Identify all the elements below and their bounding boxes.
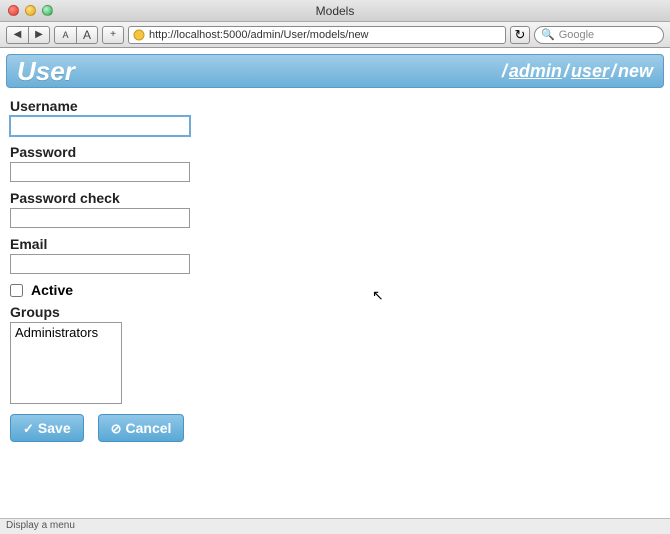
search-placeholder: Google	[559, 29, 594, 41]
email-label: Email	[10, 236, 660, 252]
search-box[interactable]: 🔍 Google	[534, 26, 664, 44]
breadcrumb-new: new	[618, 61, 653, 81]
nav-buttons: ◀ ▶	[6, 26, 50, 44]
forward-button[interactable]: ▶	[28, 26, 50, 44]
text-bigger-button[interactable]: A	[76, 26, 98, 44]
breadcrumb-sep: /	[500, 61, 509, 81]
groups-label: Groups	[10, 304, 660, 320]
add-bookmark-button[interactable]: +	[102, 26, 124, 44]
back-button[interactable]: ◀	[6, 26, 28, 44]
cancel-button-label: Cancel	[126, 420, 172, 436]
password-check-label: Password check	[10, 190, 660, 206]
email-field[interactable]	[10, 254, 190, 274]
cancel-button[interactable]: ⊘ Cancel	[98, 414, 185, 442]
window-title: Models	[0, 4, 670, 18]
active-checkbox[interactable]	[10, 284, 23, 297]
cancel-icon: ⊘	[111, 422, 122, 435]
breadcrumb-user[interactable]: user	[571, 61, 609, 81]
active-label: Active	[31, 282, 73, 298]
browser-toolbar: ◀ ▶ A A + http://localhost:5000/admin/Us…	[0, 22, 670, 48]
save-button-label: Save	[38, 420, 71, 436]
groups-select[interactable]: Administrators	[10, 322, 122, 404]
password-field[interactable]	[10, 162, 190, 182]
password-label: Password	[10, 144, 660, 160]
check-icon: ✓	[23, 422, 34, 435]
search-icon: 🔍	[541, 28, 555, 41]
page-header: User /admin/user/new	[6, 54, 664, 88]
reload-button[interactable]: ↻	[510, 26, 530, 44]
textsize-buttons: A A	[54, 26, 98, 44]
password-check-field[interactable]	[10, 208, 190, 228]
favicon-icon	[133, 29, 145, 41]
username-label: Username	[10, 98, 660, 114]
breadcrumb-sep: /	[562, 61, 571, 81]
page-content: User /admin/user/new Username Password P…	[0, 48, 670, 448]
groups-option[interactable]: Administrators	[12, 324, 120, 341]
text-smaller-button[interactable]: A	[54, 26, 76, 44]
page-title: User	[17, 56, 75, 87]
form: Username Password Password check Email A…	[6, 88, 664, 442]
url-text: http://localhost:5000/admin/User/models/…	[149, 29, 369, 41]
status-bar: Display a menu	[0, 518, 670, 534]
breadcrumb-admin[interactable]: admin	[509, 61, 562, 81]
window-titlebar: Models	[0, 0, 670, 22]
save-button[interactable]: ✓ Save	[10, 414, 84, 442]
button-row: ✓ Save ⊘ Cancel	[10, 414, 660, 442]
status-text: Display a menu	[6, 520, 75, 531]
username-field[interactable]	[10, 116, 190, 136]
reload-icon: ↻	[515, 27, 526, 43]
breadcrumb-sep: /	[609, 61, 618, 81]
url-bar[interactable]: http://localhost:5000/admin/User/models/…	[128, 26, 506, 44]
breadcrumb: /admin/user/new	[500, 61, 653, 82]
